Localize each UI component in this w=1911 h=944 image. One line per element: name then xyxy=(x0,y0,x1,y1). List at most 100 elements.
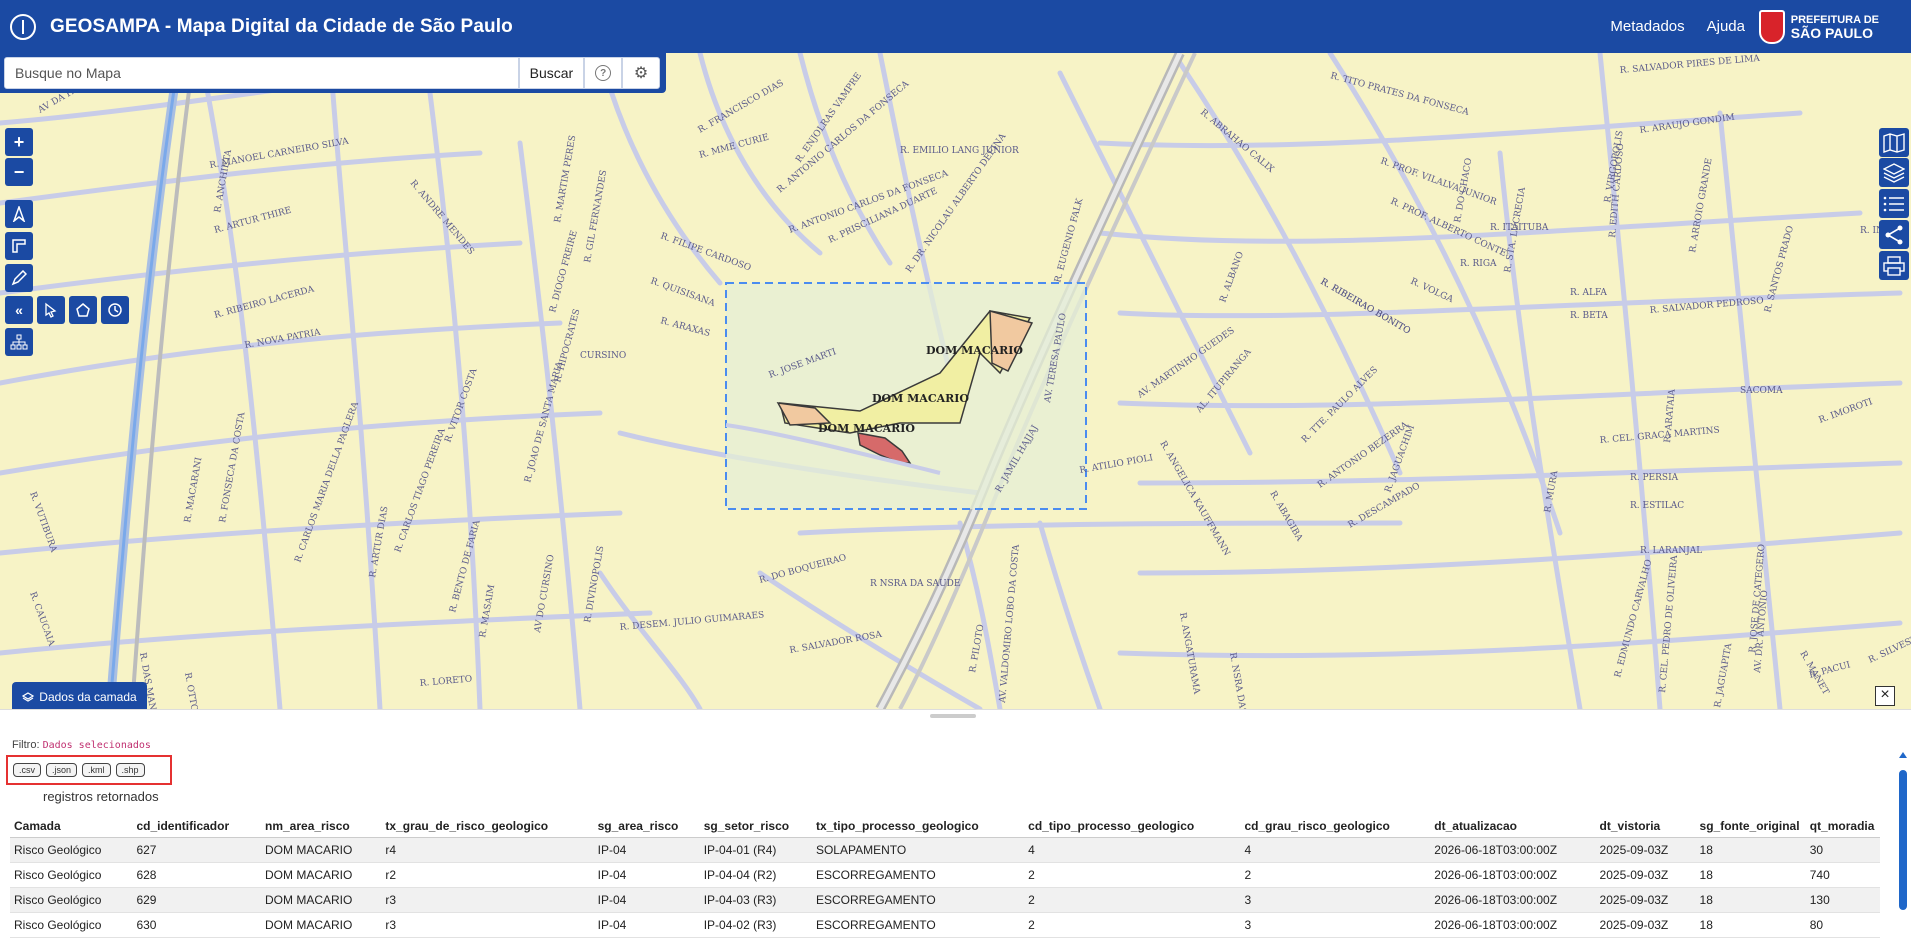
street-label: R. GIL FERNANDES xyxy=(583,169,609,263)
layers-icon xyxy=(22,691,35,702)
table-cell: 80 xyxy=(1805,912,1880,938)
draw-button[interactable] xyxy=(5,264,33,292)
table-cell: 630 xyxy=(132,912,261,938)
table-cell: 2 xyxy=(1240,862,1431,888)
scroll-thumb[interactable] xyxy=(1899,770,1907,910)
table-row[interactable]: Risco Geológico 628 DOM MACARIO r2 IP-04 IP-0… xyxy=(10,862,1880,888)
table-row[interactable]: Risco Geológico 627 DOM MACARIO r4 IP-04 IP-0… xyxy=(10,837,1880,863)
table-cell: 4 xyxy=(1240,837,1431,863)
table-cell: DOM MACARIO xyxy=(261,887,382,913)
polygon-button[interactable] xyxy=(69,296,97,324)
collapse-tools-button[interactable]: « xyxy=(5,296,33,324)
street-label: R. IMOROTI xyxy=(1818,397,1875,426)
street-label: R. DO BOQUEIRAO xyxy=(758,553,847,586)
map-canvas[interactable]: R. MANOEL CARNEIRO SILVA R. FRANCISCO DIA… xyxy=(0,53,1911,709)
geosampa-logo-icon[interactable] xyxy=(10,13,36,40)
table-cell: IP-04-03 (R3) xyxy=(699,887,812,913)
table-row[interactable]: Risco Geológico 630 DOM MACARIO r3 IP-04 IP-0… xyxy=(10,912,1880,938)
column-header[interactable]: dt_vistoria xyxy=(1595,815,1696,838)
north-button[interactable] xyxy=(5,200,33,228)
table-cell: 2 xyxy=(1024,887,1241,913)
double-chevron-left-icon: « xyxy=(15,302,23,318)
help-button[interactable]: ? xyxy=(584,57,623,89)
list-icon xyxy=(1883,196,1904,211)
street-label: R. ABAGIBA xyxy=(1267,490,1304,544)
scroll-up-icon[interactable] xyxy=(1899,752,1907,758)
table-cell: r2 xyxy=(381,862,594,888)
table-cell: r3 xyxy=(381,912,594,938)
street-label: R. CARLOS MARIA DELLA PAGLERA xyxy=(293,400,361,564)
area-label: DOM MACARIO xyxy=(872,392,969,405)
nav-metadados[interactable]: Metadados xyxy=(1610,18,1684,35)
measure-icon xyxy=(12,239,26,253)
table-cell: ESCORREGAMENTO xyxy=(811,887,1025,913)
street-label: R. OTTO DE BARROS xyxy=(182,672,209,709)
street-label: R. MACARANI xyxy=(183,456,204,523)
hierarchy-button[interactable] xyxy=(5,328,33,356)
street-label: R. ARAXAS xyxy=(659,316,711,339)
polygon-icon xyxy=(76,303,90,317)
column-header[interactable]: tx_tipo_processo_geologico xyxy=(811,815,1025,838)
column-header[interactable]: cd_grau_risco_geologico xyxy=(1240,815,1431,838)
street-label: AV. VALDOMIRO LOBO DA COSTA xyxy=(998,544,1022,705)
column-header[interactable]: tx_grau_de_risco_geologico xyxy=(381,815,594,838)
street-label: R. DIOGO FREIRE xyxy=(548,229,580,313)
zoom-out-button[interactable]: − xyxy=(5,158,33,186)
table-cell: IP-04 xyxy=(593,912,700,938)
column-header[interactable]: sg_fonte_original xyxy=(1695,815,1806,838)
street-label: R. ALFA xyxy=(1570,288,1607,298)
column-header[interactable]: cd_identificador xyxy=(132,815,261,838)
export-kml-button[interactable]: .kml xyxy=(82,763,111,777)
export-shp-button[interactable]: .shp xyxy=(115,763,145,777)
settings-button[interactable]: ⚙ xyxy=(622,57,661,89)
column-header[interactable]: Camada xyxy=(10,815,133,838)
legend-button[interactable] xyxy=(1879,189,1909,218)
select-button[interactable] xyxy=(37,296,65,324)
close-panel-button[interactable]: × xyxy=(1875,686,1895,706)
panel-resize-handle[interactable] xyxy=(930,714,976,718)
search-input[interactable] xyxy=(4,57,519,89)
map-graphics: R. MANOEL CARNEIRO SILVAR. FRANCISCO DIA… xyxy=(0,53,1911,709)
table-cell: 2 xyxy=(1024,862,1241,888)
street-label: R. RIBEIRO LACERDA xyxy=(213,284,316,320)
street-label: R. HIPOCRATES xyxy=(553,308,582,384)
share-button[interactable] xyxy=(1879,220,1909,249)
street-label: R. TITO PRATES DA FONSECA xyxy=(1329,71,1470,118)
search-button[interactable]: Buscar xyxy=(518,57,585,89)
table-cell: IP-04-04 (R2) xyxy=(699,862,812,888)
print-button[interactable] xyxy=(1879,251,1909,280)
column-header[interactable]: qt_moradia xyxy=(1805,815,1880,838)
street-label: R. ESTILAC xyxy=(1630,501,1684,511)
dados-da-camada-tab[interactable]: Dados da camada xyxy=(12,682,147,712)
results-table: Camada cd_identificador nm_area_risco tx_gr… xyxy=(10,815,1880,938)
column-header[interactable]: sg_area_risco xyxy=(593,815,700,838)
nav-ajuda[interactable]: Ajuda xyxy=(1707,18,1745,35)
prefeitura-logo[interactable]: PREFEITURA DE SÃO PAULO xyxy=(1758,10,1879,44)
layers-icon xyxy=(1883,162,1905,183)
basemap-button[interactable] xyxy=(1879,128,1909,157)
street-label: R. CEL. GRACA MARTINS xyxy=(1599,426,1720,446)
table-scrollbar[interactable] xyxy=(1899,734,1907,939)
table-cell: 740 xyxy=(1805,862,1880,888)
table-cell: 2 xyxy=(1024,912,1241,938)
column-header[interactable]: cd_tipo_processo_geologico xyxy=(1024,815,1241,838)
column-header[interactable]: dt_atualizacao xyxy=(1430,815,1596,838)
history-button[interactable] xyxy=(101,296,129,324)
street-label: R. CAUCAIA xyxy=(27,591,56,648)
help-icon: ? xyxy=(595,65,612,81)
table-cell: Risco Geológico xyxy=(10,837,133,863)
export-json-button[interactable]: .json xyxy=(46,763,78,777)
street-label: R. BETA xyxy=(1570,311,1608,321)
table-row[interactable]: Risco Geológico 629 DOM MACARIO r3 IP-04 IP-0… xyxy=(10,887,1880,913)
street-label: R. VOLGA xyxy=(1409,277,1455,306)
table-cell: 2026-06-18T03:00:00Z xyxy=(1430,912,1596,938)
street-label: R. MARTIM PERES xyxy=(553,135,578,224)
export-csv-button[interactable]: .csv xyxy=(13,763,42,777)
zoom-in-button[interactable]: + xyxy=(5,128,33,156)
column-header[interactable]: nm_area_risco xyxy=(261,815,382,838)
column-header[interactable]: sg_setor_risco xyxy=(699,815,812,838)
layers-button[interactable] xyxy=(1879,158,1909,187)
measure-button[interactable] xyxy=(5,232,33,260)
table-cell: 629 xyxy=(132,887,261,913)
prefeitura-line2: SÃO PAULO xyxy=(1790,24,1873,41)
